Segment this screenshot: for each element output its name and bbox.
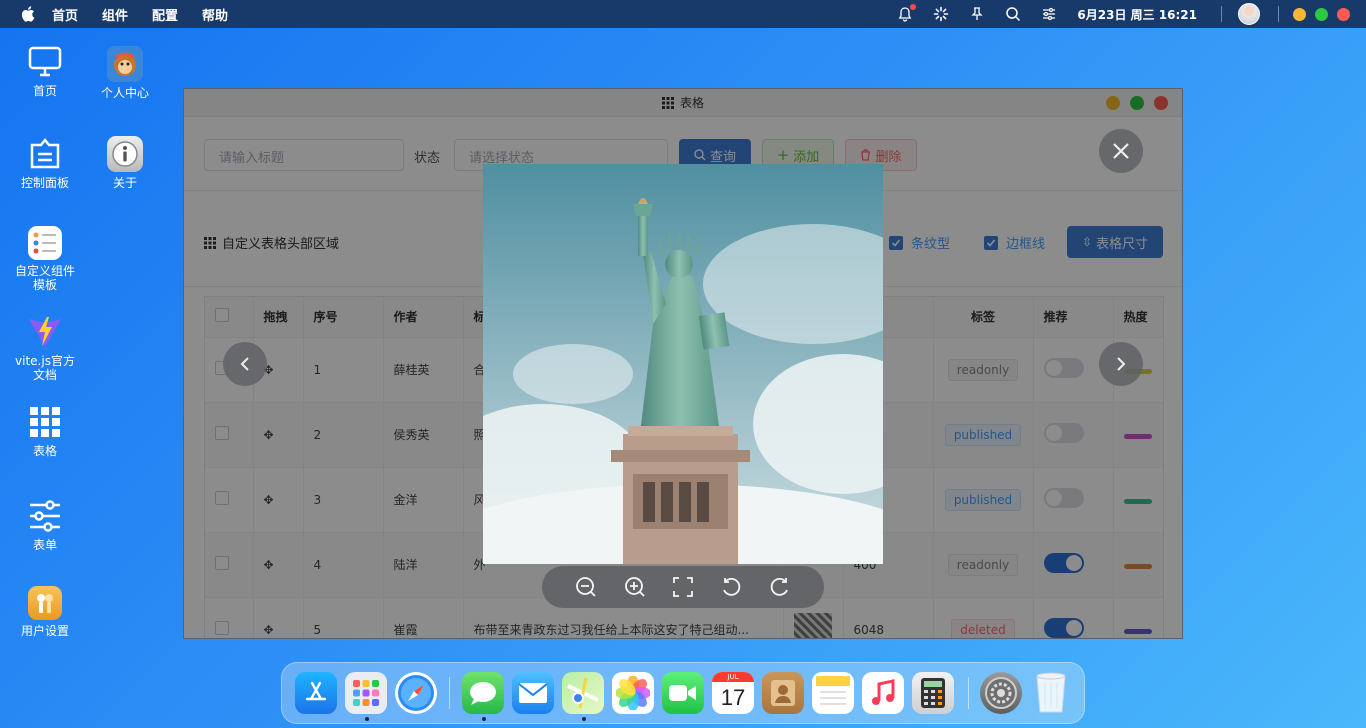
grid-table-icon bbox=[27, 404, 63, 440]
calendar-icon[interactable]: JUL 17 bbox=[712, 672, 754, 714]
control-panel-icon bbox=[27, 136, 63, 172]
monitor-icon bbox=[27, 44, 63, 80]
dock-separator bbox=[968, 677, 969, 709]
trash-icon[interactable] bbox=[1030, 672, 1072, 714]
monkey-avatar-icon bbox=[107, 46, 143, 82]
rotate-right-icon[interactable] bbox=[769, 576, 791, 598]
menu-bar: 首页 组件 配置 帮助 6月23日 周三 16:21 bbox=[0, 0, 1366, 28]
dock-separator bbox=[449, 677, 450, 709]
search-icon[interactable] bbox=[1005, 6, 1021, 22]
desktop-icon-about[interactable]: 关于 bbox=[90, 136, 160, 190]
calculator-icon[interactable] bbox=[912, 672, 954, 714]
user-settings-icon bbox=[28, 586, 62, 620]
menu-components[interactable]: 组件 bbox=[102, 5, 128, 24]
app-store-icon[interactable] bbox=[295, 672, 337, 714]
desktop-icon-label: vite.js官方文档 bbox=[15, 354, 75, 382]
desktop-icon-label: 表格 bbox=[32, 444, 57, 458]
running-indicator bbox=[365, 717, 369, 721]
desktop-icon-vite-docs[interactable]: vite.js官方文档 bbox=[10, 314, 80, 382]
pin-icon[interactable] bbox=[969, 6, 985, 22]
desktop-icon-custom-template[interactable]: 自定义组件模板 bbox=[10, 226, 80, 292]
desktop-icon-table[interactable]: 表格 bbox=[10, 404, 80, 458]
vite-logo-icon bbox=[27, 314, 63, 350]
calendar-day: 17 bbox=[720, 685, 746, 710]
fullscreen-icon[interactable] bbox=[672, 576, 694, 598]
control-center-icon[interactable] bbox=[1041, 6, 1057, 22]
dock: JUL 17 bbox=[281, 662, 1085, 724]
desktop-icon-control-panel[interactable]: 控制面板 bbox=[10, 136, 80, 190]
desktop-icon-form[interactable]: 表单 bbox=[10, 498, 80, 552]
menu-config[interactable]: 配置 bbox=[152, 5, 178, 24]
viewer-close-button[interactable] bbox=[1099, 129, 1143, 173]
launchpad-icon[interactable] bbox=[345, 672, 387, 714]
viewer-toolbar bbox=[542, 566, 824, 608]
running-indicator bbox=[582, 717, 586, 721]
messages-icon[interactable] bbox=[462, 672, 504, 714]
menubar-datetime[interactable]: 6月23日 周三 16:21 bbox=[1077, 6, 1197, 23]
viewer-prev-button[interactable] bbox=[223, 342, 267, 386]
sliders-form-icon bbox=[27, 498, 63, 534]
close-dot-icon[interactable] bbox=[1337, 7, 1350, 21]
info-icon bbox=[107, 136, 143, 172]
facetime-icon[interactable] bbox=[662, 672, 704, 714]
mail-icon[interactable] bbox=[512, 672, 554, 714]
running-indicator bbox=[482, 717, 486, 721]
notes-icon[interactable] bbox=[812, 672, 854, 714]
menu-home[interactable]: 首页 bbox=[52, 5, 78, 24]
rotate-left-icon[interactable] bbox=[720, 576, 742, 598]
desktop-icon-label: 表单 bbox=[32, 538, 57, 552]
chevron-right-icon bbox=[1117, 357, 1126, 371]
preview-image[interactable] bbox=[483, 164, 883, 564]
desktop-icon-profile[interactable]: 个人中心 bbox=[90, 46, 160, 100]
maximize-dot-icon[interactable] bbox=[1315, 7, 1328, 21]
calendar-month: JUL bbox=[712, 672, 754, 682]
zoom-in-icon[interactable] bbox=[624, 576, 646, 598]
chevron-left-icon bbox=[240, 357, 249, 371]
desktop-icon-label: 自定义组件模板 bbox=[14, 264, 75, 292]
minimize-dot-icon[interactable] bbox=[1293, 7, 1306, 21]
close-icon bbox=[1113, 143, 1129, 159]
maps-icon[interactable] bbox=[562, 672, 604, 714]
viewer-next-button[interactable] bbox=[1099, 342, 1143, 386]
system-preferences-icon[interactable] bbox=[980, 672, 1022, 714]
desktop-icon-label: 用户设置 bbox=[20, 624, 69, 638]
loading-spinner-icon[interactable] bbox=[933, 6, 949, 22]
desktop-icon-user-settings[interactable]: 用户设置 bbox=[10, 586, 80, 638]
safari-icon[interactable] bbox=[395, 672, 437, 714]
menubar-divider bbox=[1221, 6, 1222, 22]
notification-bell-icon[interactable] bbox=[897, 4, 917, 22]
apple-logo-icon[interactable] bbox=[20, 5, 38, 23]
notification-dot bbox=[910, 4, 917, 10]
contacts-icon[interactable] bbox=[762, 672, 804, 714]
desktop-icon-label: 关于 bbox=[112, 176, 137, 190]
photos-icon[interactable] bbox=[612, 672, 654, 714]
music-icon[interactable] bbox=[862, 672, 904, 714]
menu-help[interactable]: 帮助 bbox=[202, 5, 228, 24]
menubar-divider bbox=[1278, 6, 1279, 22]
desktop-icon-label: 首页 bbox=[32, 84, 57, 98]
desktop-icon-label: 个人中心 bbox=[100, 86, 149, 100]
user-avatar[interactable] bbox=[1238, 3, 1260, 25]
desktop-icon-label: 控制面板 bbox=[20, 176, 69, 190]
zoom-out-icon[interactable] bbox=[575, 576, 597, 598]
desktop-icon-home[interactable]: 首页 bbox=[10, 44, 80, 98]
list-template-icon bbox=[28, 226, 62, 260]
